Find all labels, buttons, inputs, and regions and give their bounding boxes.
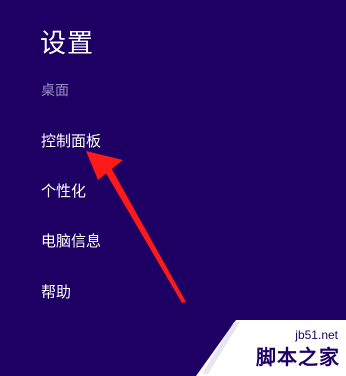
context-label: 桌面: [41, 83, 69, 99]
menu-item-help[interactable]: 帮助: [41, 281, 71, 303]
menu-item-personalization[interactable]: 个性化: [41, 180, 86, 202]
arrow-shaft: [103, 164, 186, 303]
menu-item-pc-info[interactable]: 电脑信息: [41, 230, 101, 252]
watermark-name: 脚本之家: [256, 345, 340, 369]
settings-charm-panel: 设置 桌面 控制面板 个性化 电脑信息 帮助 jb51.net 脚本之家: [0, 0, 346, 376]
watermark-url: jb51.net: [295, 328, 338, 342]
arrow-head: [86, 151, 123, 180]
menu-item-control-panel[interactable]: 控制面板: [41, 130, 101, 152]
watermark-background: [196, 320, 346, 376]
panel-title: 设置: [40, 29, 95, 59]
site-watermark: jb51.net 脚本之家: [196, 320, 346, 376]
